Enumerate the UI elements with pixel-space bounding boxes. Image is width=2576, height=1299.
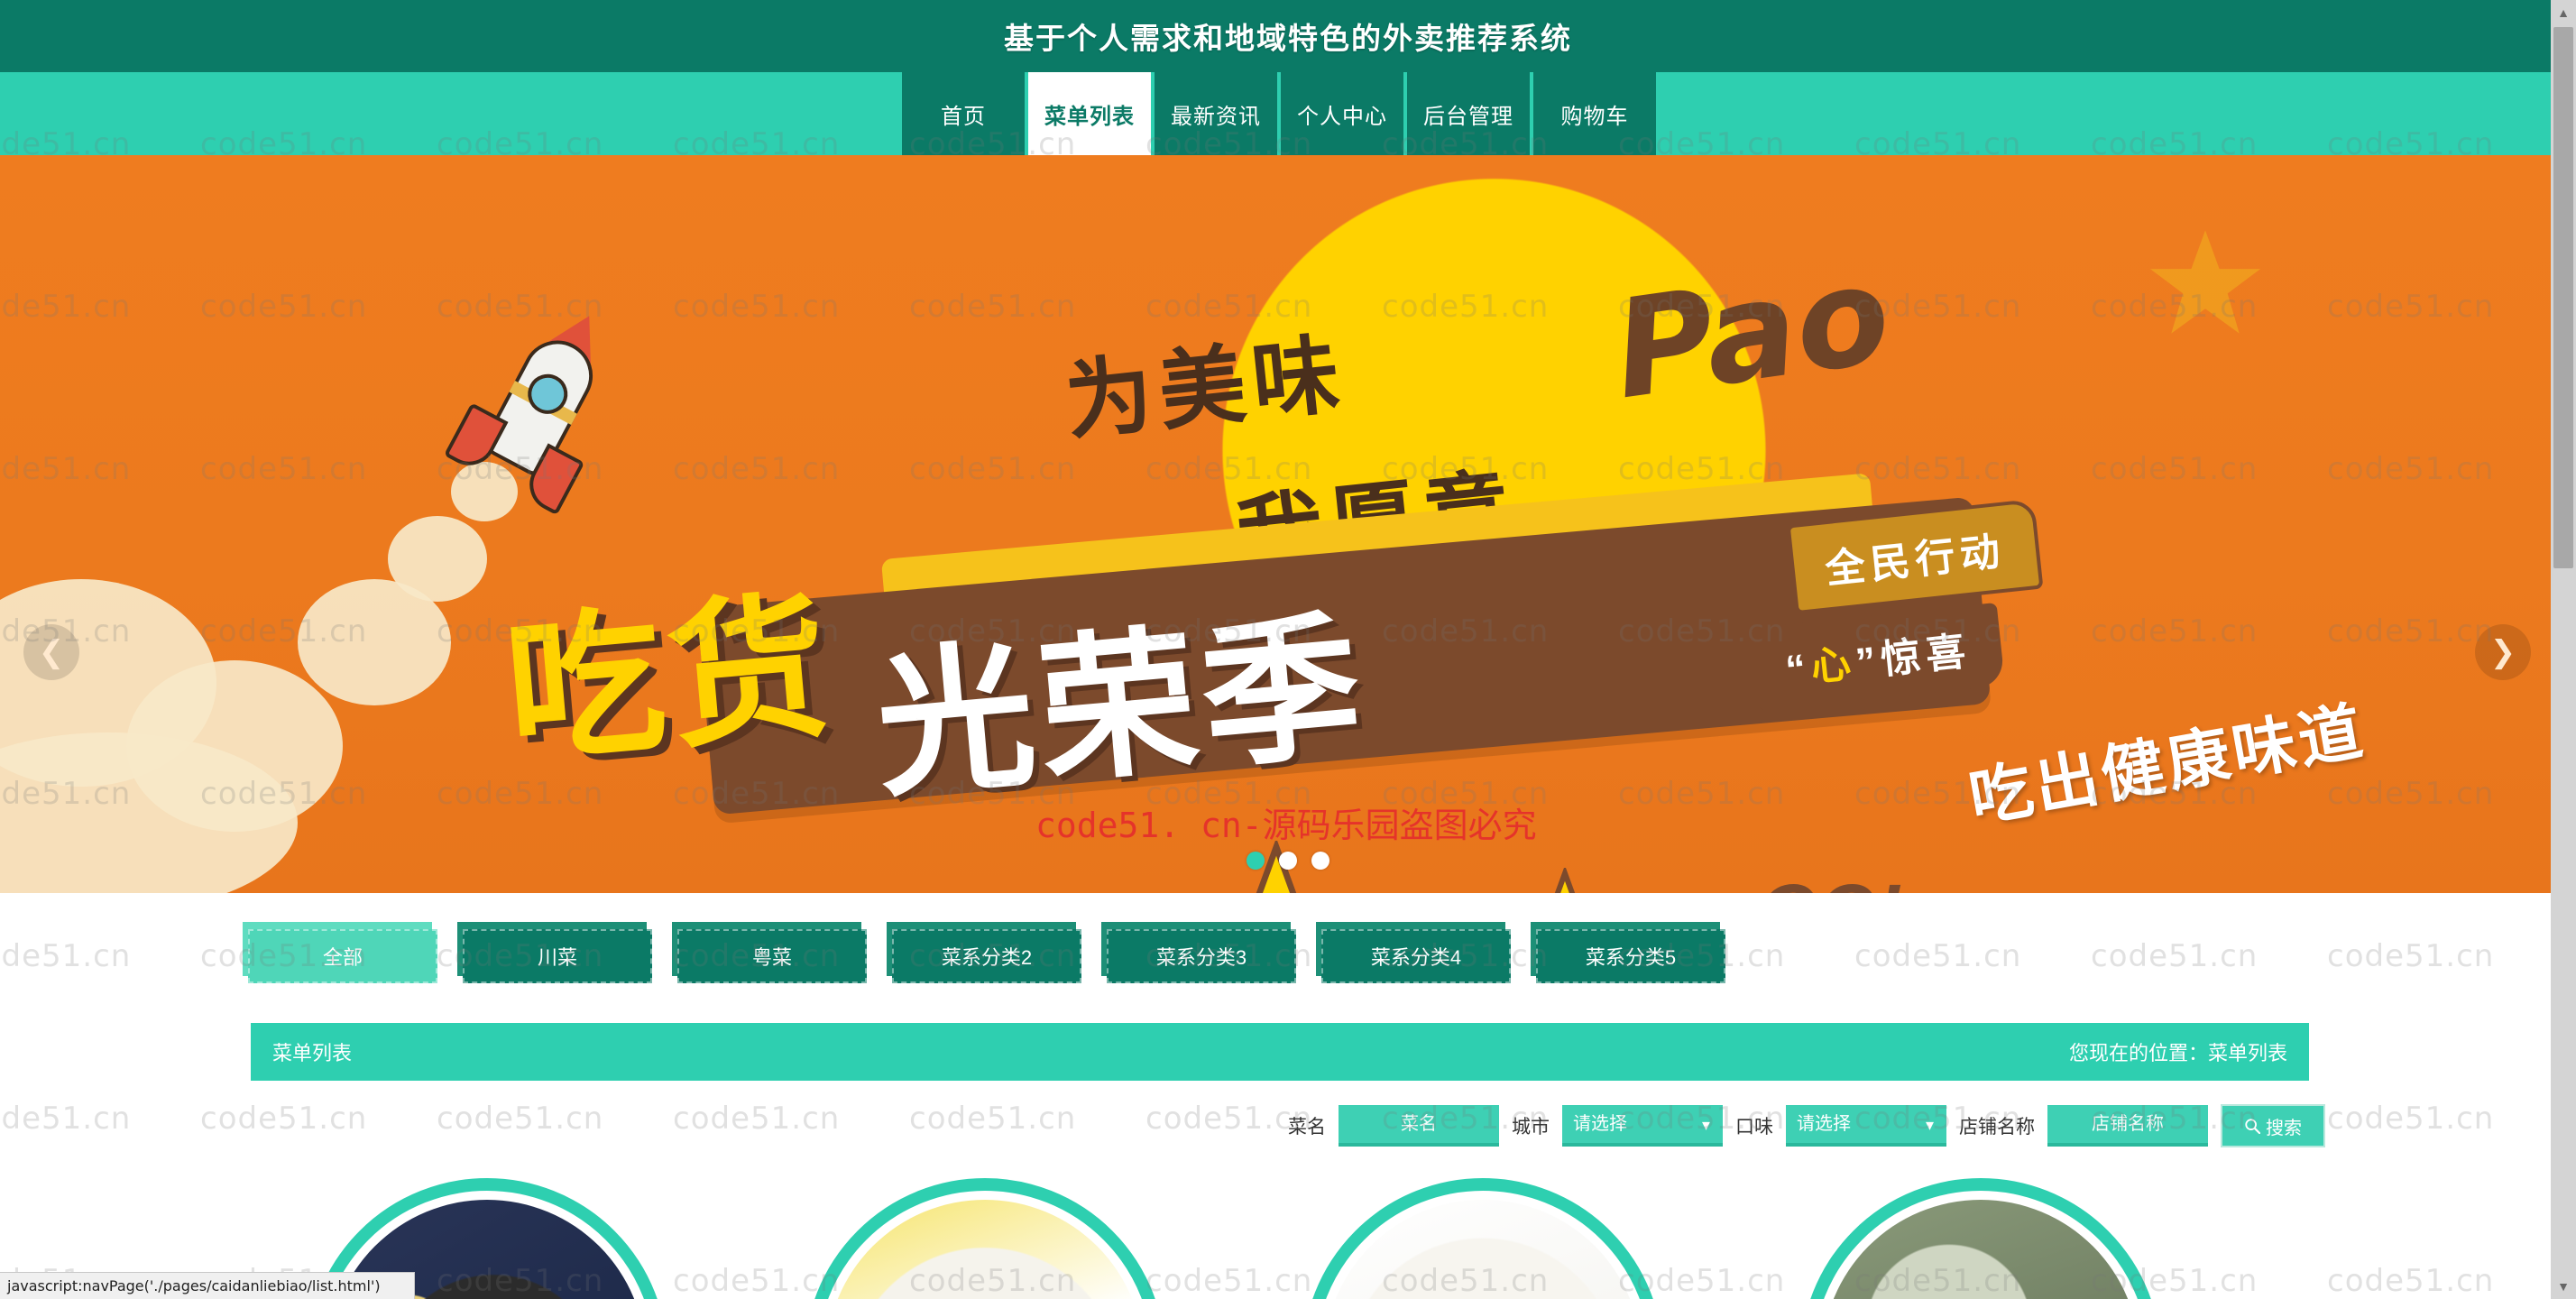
category-button-all[interactable]: 全部 [243,922,437,983]
category-label: 川菜 [537,946,577,969]
category-label: 全部 [322,946,363,969]
carousel-dot-2[interactable] [1279,852,1297,870]
nav-item-label: 菜单列表 [1044,104,1135,129]
scrollbar-thumb[interactable] [2553,27,2573,568]
breadcrumb: 菜单列表 您现在的位置：菜单列表 [251,1023,2309,1081]
breadcrumb-title: 菜单列表 [272,1042,353,1064]
category-button-chuancai[interactable]: 川菜 [457,922,652,983]
category-filter-bar: 全部 川菜 粤菜 菜系分类2 菜系分类3 菜系分类4 菜系分类5 [243,922,2576,983]
dish-image-ring[interactable] [1800,1178,2161,1299]
dish-image [1822,1200,2139,1299]
nav-item-label: 购物车 [1560,104,1629,129]
dish-name-input[interactable] [1339,1105,1499,1147]
taste-select[interactable]: 请选择 [1786,1105,1946,1147]
scroll-down-icon[interactable]: ▼ [2551,1274,2576,1299]
page-root: 基于个人需求和地域特色的外卖推荐系统 首页 菜单列表 最新资讯 个人中心 后台管… [0,0,2576,1299]
city-select-wrapper: 请选择 ▾ [1562,1105,1723,1147]
chevron-left-icon: ❮ [38,635,65,669]
nav-item-label: 首页 [941,104,986,129]
city-label: 城市 [1512,1117,1550,1138]
banner-red-watermark: code51. cn-源码乐园盗图必究 [1035,806,1537,845]
carousel-dot-3[interactable] [1311,852,1329,870]
banner-go-text: GO! [1759,868,1902,893]
banner-tag-heart: 心 [1808,640,1859,690]
search-button[interactable]: 搜索 [2221,1104,2325,1147]
dish-image-ring[interactable] [805,1178,1165,1299]
nav-item-user-center[interactable]: 个人中心 [1281,72,1403,155]
nav-item-menu-list[interactable]: 菜单列表 [1028,72,1151,155]
dish-name-label: 菜名 [1288,1117,1326,1138]
dish-card[interactable] [1764,1178,2197,1299]
dish-card[interactable] [768,1178,1201,1299]
carousel-dot-1[interactable] [1247,852,1265,870]
scroll-up-icon[interactable]: ▲ [2551,0,2576,25]
chevron-right-icon: ❯ [2489,635,2516,669]
search-button-label: 搜索 [2266,1118,2302,1138]
dish-image-ring[interactable] [1302,1178,1663,1299]
banner-tag-gold-label: 全民行动 [1823,529,2008,593]
category-label: 菜系分类3 [1155,946,1247,969]
vertical-scrollbar[interactable]: ▲ ▼ [2551,0,2576,1299]
shop-name-input[interactable] [2047,1105,2208,1147]
dish-image [1324,1200,1642,1299]
category-label: 菜系分类2 [941,946,1033,969]
nav-item-label: 后台管理 [1423,104,1513,129]
nav-item-label: 个人中心 [1297,104,1387,129]
nav-items-container: 首页 菜单列表 最新资讯 个人中心 后台管理 购物车 [902,72,1660,155]
search-icon [2245,1119,2260,1134]
page-title: 基于个人需求和地域特色的外卖推荐系统 [1004,22,1572,55]
dish-image [826,1200,1144,1299]
star-decoration [2149,230,2261,334]
nav-item-home[interactable]: 首页 [902,72,1025,155]
watermark-text: code51.cn [0,938,132,974]
category-button-3[interactable]: 菜系分类3 [1101,922,1296,983]
banner-big-right: 光荣季 [869,594,1374,821]
dish-card[interactable] [1266,1178,1699,1299]
shop-name-label: 店铺名称 [1959,1117,2035,1138]
main-navbar: 首页 菜单列表 最新资讯 个人中心 后台管理 购物车 [0,72,2576,155]
category-label: 菜系分类4 [1370,946,1462,969]
site-header: 基于个人需求和地域特色的外卖推荐系统 [0,0,2576,72]
category-button-4[interactable]: 菜系分类4 [1316,922,1511,983]
status-bar-url: javascript:navPage('./pages/caidanliebia… [7,1277,381,1294]
nav-item-admin[interactable]: 后台管理 [1407,72,1530,155]
taste-label: 口味 [1735,1117,1773,1138]
banner-big-left: 吃货 [499,575,841,787]
search-form: 菜名 城市 请选择 ▾ 口味 请选择 ▾ 店铺名称 搜索 [0,1104,2325,1147]
category-button-5[interactable]: 菜系分类5 [1531,922,1725,983]
browser-status-bar: javascript:navPage('./pages/caidanliebia… [0,1272,415,1299]
hero-carousel[interactable]: Pao 为美味 我愿意 吃货 光荣季 全民行动 “心”惊喜 吃出健康味道 GO!… [0,155,2576,893]
category-label: 粤菜 [751,946,792,969]
city-select[interactable]: 请选择 [1562,1105,1723,1147]
nav-item-label: 最新资讯 [1171,104,1261,129]
nav-item-news[interactable]: 最新资讯 [1155,72,1277,155]
carousel-prev-button[interactable]: ❮ [23,624,79,680]
category-button-yuecai[interactable]: 粤菜 [672,922,867,983]
taste-select-wrapper: 请选择 ▾ [1786,1105,1946,1147]
category-button-2[interactable]: 菜系分类2 [887,922,1081,983]
category-label: 菜系分类5 [1585,946,1677,969]
star-decoration [1554,868,1576,893]
dish-card-grid [271,1178,2576,1299]
breadcrumb-position: 您现在的位置：菜单列表 [2068,1042,2287,1064]
carousel-next-button[interactable]: ❯ [2475,624,2531,680]
nav-item-cart[interactable]: 购物车 [1533,72,1656,155]
smoke-puff [388,516,487,602]
watermark-text: code51.cn [2327,1101,2495,1137]
banner-tag-brown-rest: 惊喜 [1878,629,1973,683]
carousel-dots [1247,852,1329,870]
